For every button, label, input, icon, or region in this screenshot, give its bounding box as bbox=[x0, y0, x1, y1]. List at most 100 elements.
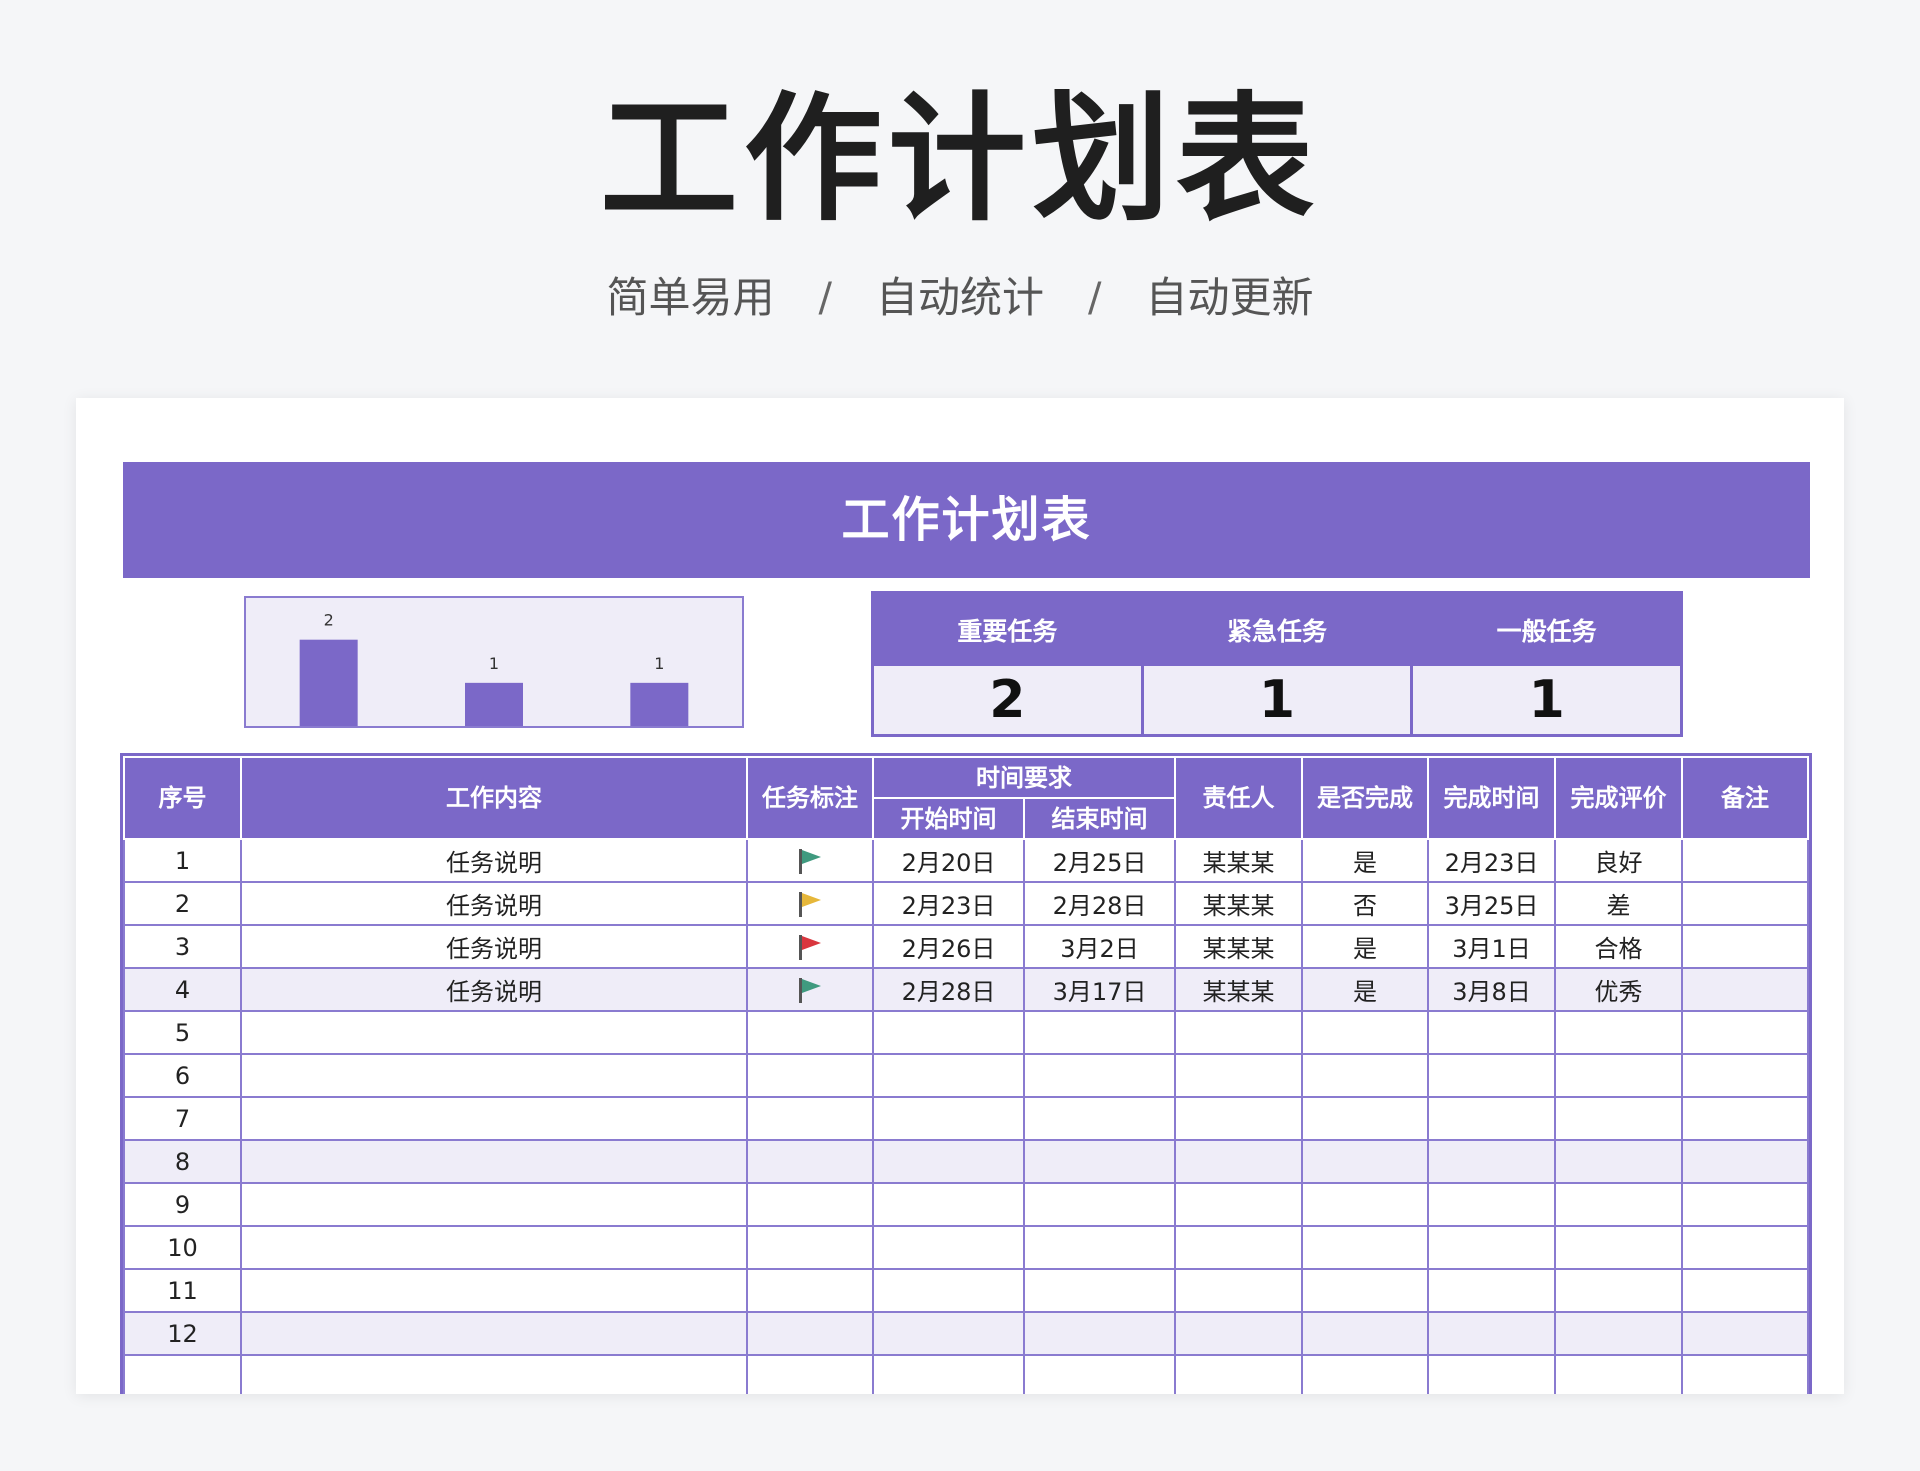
cell-owner[interactable]: 某某某 bbox=[1174, 881, 1303, 926]
cell-owner[interactable] bbox=[1174, 1354, 1303, 1394]
cell-finish-time[interactable] bbox=[1427, 1311, 1556, 1356]
header-rating[interactable]: 完成评价 bbox=[1554, 756, 1683, 840]
cell-rating[interactable]: 合格 bbox=[1554, 924, 1683, 969]
cell-content[interactable] bbox=[240, 1311, 748, 1356]
cell-done[interactable] bbox=[1301, 1354, 1429, 1394]
cell-note[interactable] bbox=[1681, 967, 1809, 1012]
header-content[interactable]: 工作内容 bbox=[240, 756, 748, 840]
header-time-group[interactable]: 时间要求 bbox=[872, 756, 1176, 799]
cell-flag[interactable] bbox=[746, 881, 874, 926]
cell-rating[interactable] bbox=[1554, 1096, 1683, 1141]
cell-end[interactable]: 3月17日 bbox=[1023, 967, 1176, 1012]
cell-content[interactable] bbox=[240, 1096, 748, 1141]
cell-content[interactable] bbox=[240, 1268, 748, 1313]
cell-index[interactable]: 5 bbox=[123, 1010, 242, 1055]
cell-index[interactable]: 1 bbox=[123, 838, 242, 883]
cell-done[interactable]: 是 bbox=[1301, 838, 1429, 883]
cell-end[interactable] bbox=[1023, 1354, 1176, 1394]
cell-done[interactable]: 是 bbox=[1301, 967, 1429, 1012]
cell-finish-time[interactable]: 3月1日 bbox=[1427, 924, 1556, 969]
cell-flag[interactable] bbox=[746, 924, 874, 969]
cell-finish-time[interactable] bbox=[1427, 1225, 1556, 1270]
header-done[interactable]: 是否完成 bbox=[1301, 756, 1429, 840]
cell-end[interactable] bbox=[1023, 1096, 1176, 1141]
header-owner[interactable]: 责任人 bbox=[1174, 756, 1303, 840]
cell-done[interactable] bbox=[1301, 1182, 1429, 1227]
cell-index[interactable]: 7 bbox=[123, 1096, 242, 1141]
cell-index[interactable]: 4 bbox=[123, 967, 242, 1012]
cell-done[interactable] bbox=[1301, 1010, 1429, 1055]
cell-index[interactable]: 12 bbox=[123, 1311, 242, 1356]
cell-finish-time[interactable] bbox=[1427, 1139, 1556, 1184]
cell-content[interactable]: 任务说明 bbox=[240, 967, 748, 1012]
cell-rating[interactable]: 差 bbox=[1554, 881, 1683, 926]
cell-start[interactable] bbox=[872, 1182, 1025, 1227]
cell-start[interactable] bbox=[872, 1225, 1025, 1270]
cell-rating[interactable] bbox=[1554, 1182, 1683, 1227]
cell-rating[interactable]: 良好 bbox=[1554, 838, 1683, 883]
cell-finish-time[interactable]: 3月25日 bbox=[1427, 881, 1556, 926]
cell-content[interactable] bbox=[240, 1182, 748, 1227]
cell-owner[interactable] bbox=[1174, 1096, 1303, 1141]
cell-start[interactable]: 2月23日 bbox=[872, 881, 1025, 926]
cell-finish-time[interactable] bbox=[1427, 1010, 1556, 1055]
cell-rating[interactable] bbox=[1554, 1354, 1683, 1394]
cell-finish-time[interactable] bbox=[1427, 1354, 1556, 1394]
cell-note[interactable] bbox=[1681, 881, 1809, 926]
cell-start[interactable] bbox=[872, 1010, 1025, 1055]
cell-owner[interactable] bbox=[1174, 1225, 1303, 1270]
cell-flag[interactable] bbox=[746, 1354, 874, 1394]
cell-flag[interactable] bbox=[746, 967, 874, 1012]
cell-content[interactable] bbox=[240, 1354, 748, 1394]
cell-end[interactable] bbox=[1023, 1139, 1176, 1184]
cell-finish-time[interactable] bbox=[1427, 1182, 1556, 1227]
cell-note[interactable] bbox=[1681, 1354, 1809, 1394]
cell-owner[interactable] bbox=[1174, 1053, 1303, 1098]
header-end[interactable]: 结束时间 bbox=[1023, 797, 1176, 840]
cell-note[interactable] bbox=[1681, 1096, 1809, 1141]
cell-start[interactable] bbox=[872, 1139, 1025, 1184]
cell-rating[interactable] bbox=[1554, 1139, 1683, 1184]
cell-finish-time[interactable] bbox=[1427, 1053, 1556, 1098]
cell-owner[interactable] bbox=[1174, 1010, 1303, 1055]
cell-content[interactable] bbox=[240, 1053, 748, 1098]
cell-flag[interactable] bbox=[746, 1010, 874, 1055]
cell-owner[interactable]: 某某某 bbox=[1174, 838, 1303, 883]
cell-note[interactable] bbox=[1681, 1268, 1809, 1313]
cell-finish-time[interactable]: 2月23日 bbox=[1427, 838, 1556, 883]
cell-end[interactable] bbox=[1023, 1268, 1176, 1313]
cell-content[interactable]: 任务说明 bbox=[240, 838, 748, 883]
cell-flag[interactable] bbox=[746, 1311, 874, 1356]
cell-end[interactable] bbox=[1023, 1311, 1176, 1356]
cell-note[interactable] bbox=[1681, 1311, 1809, 1356]
cell-owner[interactable]: 某某某 bbox=[1174, 967, 1303, 1012]
cell-index[interactable]: 3 bbox=[123, 924, 242, 969]
header-note[interactable]: 备注 bbox=[1681, 756, 1809, 840]
cell-end[interactable] bbox=[1023, 1010, 1176, 1055]
cell-index[interactable]: 11 bbox=[123, 1268, 242, 1313]
cell-done[interactable] bbox=[1301, 1268, 1429, 1313]
cell-owner[interactable]: 某某某 bbox=[1174, 924, 1303, 969]
header-finish-time[interactable]: 完成时间 bbox=[1427, 756, 1556, 840]
cell-owner[interactable] bbox=[1174, 1139, 1303, 1184]
cell-content[interactable]: 任务说明 bbox=[240, 924, 748, 969]
cell-owner[interactable] bbox=[1174, 1311, 1303, 1356]
cell-done[interactable]: 否 bbox=[1301, 881, 1429, 926]
cell-note[interactable] bbox=[1681, 1182, 1809, 1227]
cell-rating[interactable] bbox=[1554, 1010, 1683, 1055]
cell-rating[interactable] bbox=[1554, 1268, 1683, 1313]
cell-end[interactable]: 2月25日 bbox=[1023, 838, 1176, 883]
cell-content[interactable]: 任务说明 bbox=[240, 881, 748, 926]
cell-note[interactable] bbox=[1681, 1010, 1809, 1055]
cell-index[interactable] bbox=[123, 1354, 242, 1394]
cell-end[interactable] bbox=[1023, 1053, 1176, 1098]
cell-flag[interactable] bbox=[746, 1053, 874, 1098]
cell-start[interactable] bbox=[872, 1311, 1025, 1356]
cell-done[interactable] bbox=[1301, 1311, 1429, 1356]
cell-index[interactable]: 6 bbox=[123, 1053, 242, 1098]
cell-start[interactable] bbox=[872, 1268, 1025, 1313]
cell-flag[interactable] bbox=[746, 838, 874, 883]
cell-flag[interactable] bbox=[746, 1096, 874, 1141]
header-start[interactable]: 开始时间 bbox=[872, 797, 1025, 840]
cell-index[interactable]: 2 bbox=[123, 881, 242, 926]
